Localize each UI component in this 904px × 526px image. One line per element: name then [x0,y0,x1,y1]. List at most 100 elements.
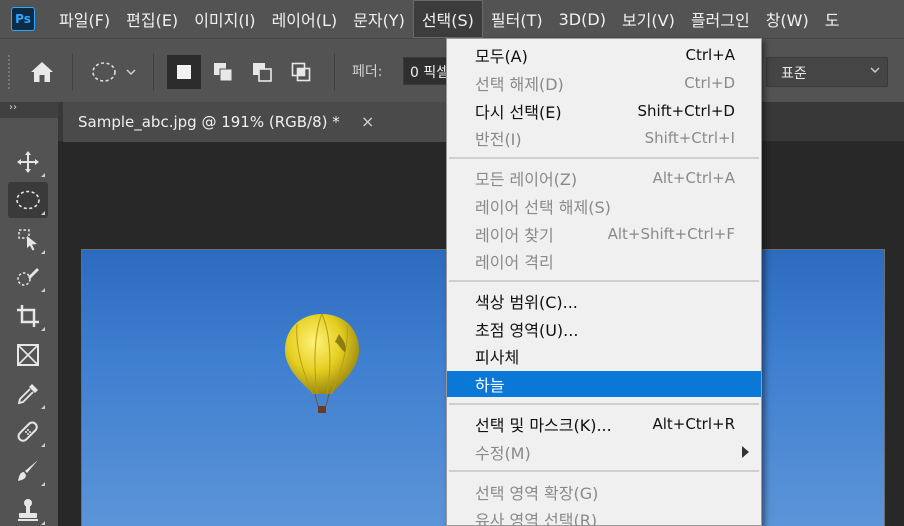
menu-item-label: 선택 영역 확장(G) [475,484,599,503]
clone-stamp-tool[interactable] [8,492,48,526]
menu-edit[interactable]: 편집(E) [118,0,186,38]
photoshop-logo-icon[interactable]: Ps [11,7,35,31]
move-tool[interactable] [8,144,48,180]
menu-separator [449,470,759,472]
menu-layer[interactable]: 레이어(L) [264,0,346,38]
options-separator [153,53,154,91]
elliptical-marquee-icon [16,190,40,210]
menu-item-shortcut: Alt+Ctrl+A [652,169,735,187]
menu-item-deselect[interactable]: 선택 해제(D) Ctrl+D [447,70,761,96]
menu-item-shortcut: Alt+Shift+Ctrl+F [607,225,735,243]
tool-group-indicator [41,521,45,525]
toolbar-collapse-toggle[interactable]: ›› [0,102,58,118]
menu-item-shortcut: Ctrl+A [685,46,735,64]
tool-group-indicator [41,327,45,331]
menu-item-label: 하늘 [475,376,505,395]
style-select[interactable]: 표준 [766,57,888,87]
options-bar-grip[interactable] [8,55,12,89]
crop-tool[interactable] [8,298,48,334]
menu-type[interactable]: 문자(Y) [345,0,413,38]
brush-tool[interactable] [8,453,48,489]
tool-group-indicator [41,288,45,292]
menu-item-label: 선택 해제(D) [475,75,564,94]
quick-selection-icon [17,268,39,286]
spot-healing-tool[interactable] [8,414,48,450]
hot-air-balloon-image [285,313,359,413]
menu-3d[interactable]: 3D(D) [551,0,614,38]
menu-item-deselect-layers[interactable]: 레이어 선택 해제(S) [447,193,761,219]
tool-group-indicator [41,211,45,215]
add-to-selection-icon [214,63,233,82]
brush-icon [18,460,38,481]
subtract-from-selection-button[interactable] [245,55,279,89]
menu-plugins[interactable]: 플러그인 [683,0,758,38]
menu-file[interactable]: 파일(F) [51,0,118,38]
menu-item-select-and-mask[interactable]: 선택 및 마스크(K)... Alt+Ctrl+R [447,411,761,437]
submenu-arrow-icon [742,446,749,458]
elliptical-marquee-tool[interactable] [8,182,48,218]
tool-group-indicator [41,250,45,254]
tool-group-indicator [41,443,45,447]
menu-item-label: 레이어 선택 해제(S) [475,198,611,217]
menu-help[interactable]: 도 [817,0,848,38]
subtract-selection-icon [253,63,272,82]
menu-bar: Ps 파일(F) 편집(E) 이미지(I) 레이어(L) 문자(Y) 선택(S)… [0,0,904,38]
menu-item-label: 선택 및 마스크(K)... [475,416,612,435]
menu-item-color-range[interactable]: 색상 범위(C)... [447,288,761,314]
object-selection-icon [18,229,37,251]
intersect-selection-icon [291,62,311,82]
menu-item-focus-area[interactable]: 초점 영역(U)... [447,316,761,342]
chevron-down-icon [869,64,881,79]
add-to-selection-button[interactable] [206,55,240,89]
menu-image[interactable]: 이미지(I) [186,0,263,38]
menu-item-label: 모두(A) [475,47,528,66]
menu-item-modify[interactable]: 수정(M) [447,439,761,465]
crop-icon [17,305,39,327]
home-icon[interactable] [28,59,56,85]
object-selection-tool[interactable] [8,221,48,257]
menu-item-label: 초점 영역(U)... [475,321,579,340]
menu-item-subject[interactable]: 피사체 [447,343,761,369]
menu-item-label: 모든 레이어(Z) [475,170,578,189]
feather-label: 페더: [352,64,383,80]
menu-item-inverse[interactable]: 반전(I) Shift+Ctrl+I [447,125,761,151]
menu-item-label: 레이어 찾기 [475,226,554,245]
tool-group-indicator [41,173,45,177]
feather-input[interactable]: 0 픽셀 [403,57,451,85]
menu-item-grow[interactable]: 선택 영역 확장(G) [447,479,761,505]
menu-item-isolate-layers[interactable]: 레이어 격리 [447,248,761,274]
menu-window[interactable]: 창(W) [758,0,817,38]
menu-item-shortcut: Alt+Ctrl+R [652,415,735,433]
select-menu-dropdown: 모두(A) Ctrl+A 선택 해제(D) Ctrl+D 다시 선택(E) Sh… [446,38,762,526]
menu-item-label: 레이어 격리 [475,253,554,272]
menu-item-select-all[interactable]: 모두(A) Ctrl+A [447,42,761,68]
menu-separator [449,403,759,405]
new-selection-icon [177,65,191,79]
menu-item-shortcut: Ctrl+D [684,74,735,92]
clone-stamp-icon [18,499,38,521]
eyedropper-tool[interactable] [8,376,48,412]
document-tab[interactable]: Sample_abc.jpg @ 191% (RGB/8) * × [63,102,447,142]
menu-item-label: 유사 영역 선택(R) [475,511,598,526]
chevron-down-icon [126,69,136,76]
menu-item-all-layers[interactable]: 모든 레이어(Z) Alt+Ctrl+A [447,165,761,191]
new-selection-button[interactable] [167,55,201,89]
menu-filter[interactable]: 필터(T) [483,0,551,38]
menu-item-similar[interactable]: 유사 영역 선택(R) [447,506,761,526]
menu-item-find-layers[interactable]: 레이어 찾기 Alt+Shift+Ctrl+F [447,221,761,247]
frame-tool[interactable] [8,337,48,373]
quick-selection-tool[interactable] [8,259,48,295]
menu-item-reselect[interactable]: 다시 선택(E) Shift+Ctrl+D [447,98,761,124]
style-select-value: 표준 [781,66,807,82]
spot-healing-icon [17,421,38,442]
menu-item-label: 피사체 [475,348,520,367]
menu-item-shortcut: Shift+Ctrl+D [637,102,735,120]
tool-preset-picker[interactable] [90,59,142,85]
menu-item-shortcut: Shift+Ctrl+I [644,129,735,147]
close-icon[interactable]: × [361,112,374,131]
menu-select[interactable]: 선택(S) [412,0,483,38]
intersect-selection-button[interactable] [284,55,318,89]
menu-item-sky[interactable]: 하늘 [447,371,761,397]
menu-view[interactable]: 보기(V) [614,0,683,38]
menu-separator [449,157,759,159]
